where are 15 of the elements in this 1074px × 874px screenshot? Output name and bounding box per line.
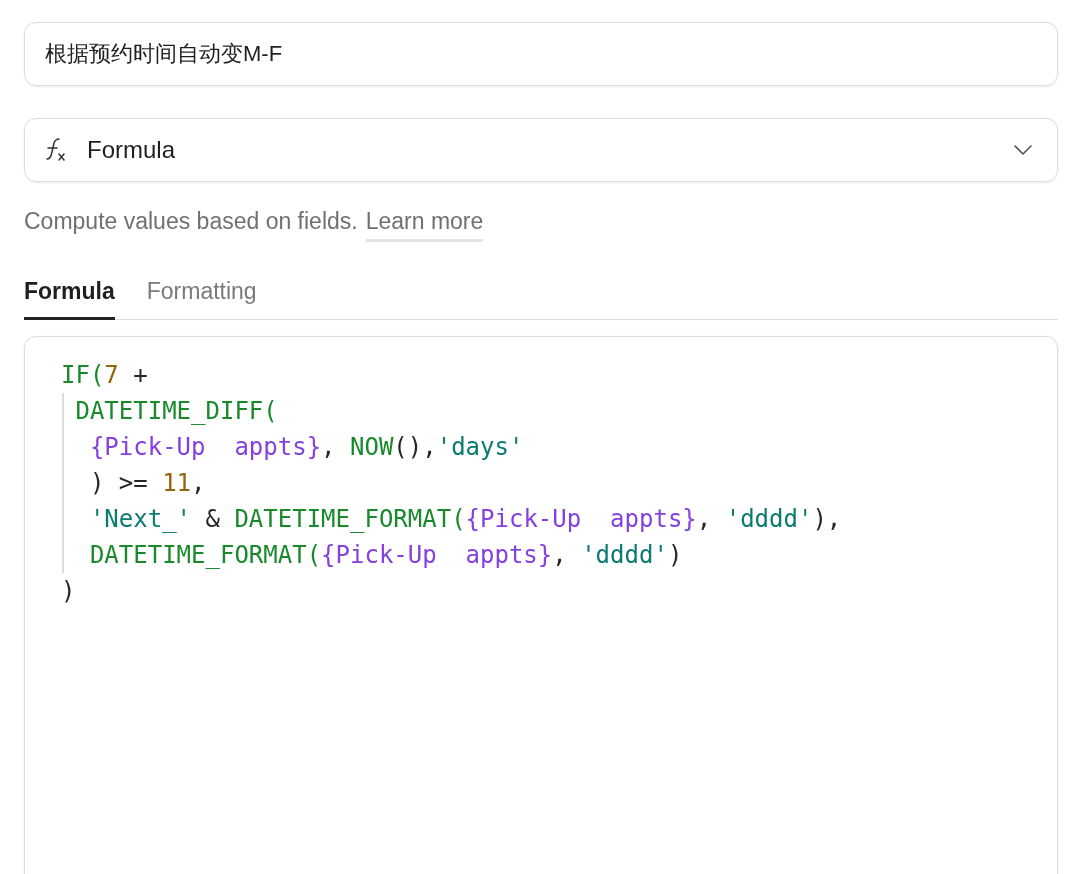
field-type-dropdown[interactable]: Formula [24, 118, 1058, 182]
code-line: IF(7 + [61, 360, 148, 391]
code-line: {Pick-Up appts}, NOW(),'days' [89, 432, 524, 463]
code-line: 'Next_' & DATETIME_FORMAT({Pick-Up appts}, 'dddd'), [89, 504, 842, 535]
code-line: DATETIME_DIFF( [75, 396, 278, 427]
field-name-input[interactable]: 根据预约时间自动变M-F [24, 22, 1058, 86]
chevron-down-icon [1013, 144, 1033, 156]
learn-more-link[interactable]: Learn more [365, 208, 484, 242]
formula-editor[interactable]: IF(7 + DATETIME_DIFF( {Pick-Up appts}, NOW(),'days' ) >= 11, 'Next_' & DATETIME_FORMAT({Pick-Up appts}, 'dddd'), DATETIME_FORMAT({Pick-Up appts}, 'dddd') ) [24, 336, 1058, 874]
code-line: ) [61, 576, 76, 607]
tab[interactable]: Formatting [146, 278, 257, 320]
code-line: DATETIME_FORMAT({Pick-Up appts}, 'dddd') [89, 540, 683, 571]
tab[interactable]: Formula [24, 278, 115, 320]
code-line: ) >= 11, [89, 468, 206, 499]
help-text: Compute values based on fields. [24, 208, 358, 235]
